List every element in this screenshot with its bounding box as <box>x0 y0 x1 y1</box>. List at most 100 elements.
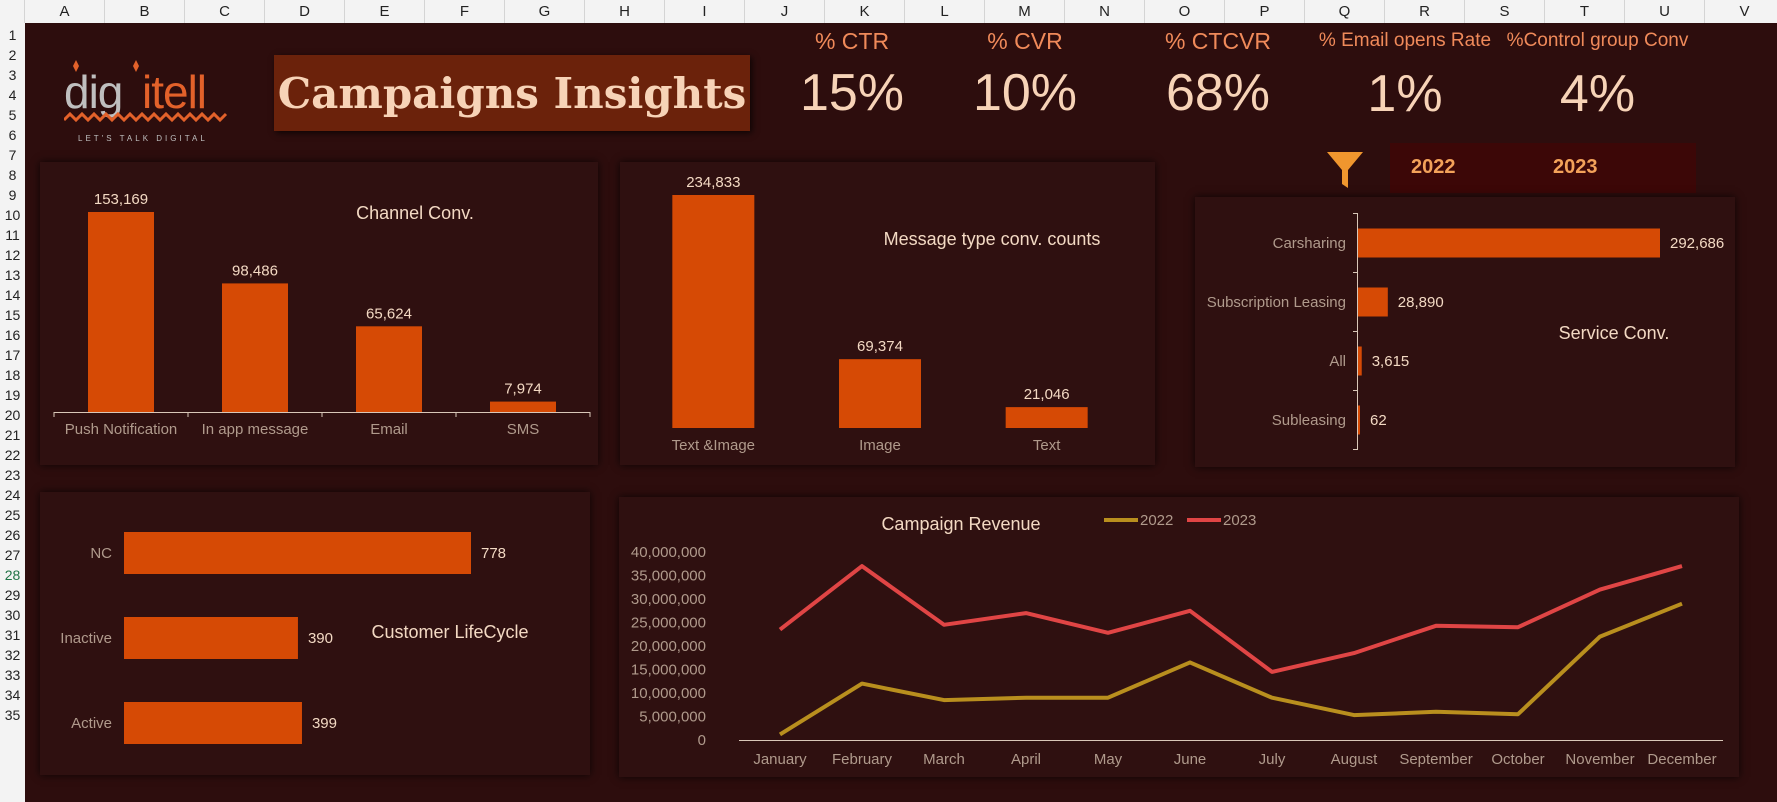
row-header-29[interactable]: 29 <box>0 585 25 605</box>
column-header-f[interactable]: F <box>425 0 505 23</box>
series-line-2023 <box>778 564 1683 674</box>
y-tick-label: 0 <box>698 732 706 749</box>
category-label: Text <box>1033 437 1061 454</box>
year-filter-2023[interactable]: 2023 <box>1553 156 1598 179</box>
category-label: Inactive <box>60 630 112 647</box>
row-header-34[interactable]: 34 <box>0 685 25 705</box>
row-header-13[interactable]: 13 <box>0 265 25 285</box>
column-header-c[interactable]: C <box>185 0 265 23</box>
data-label: 21,046 <box>1024 386 1070 403</box>
category-label: Image <box>859 437 901 454</box>
column-header-q[interactable]: Q <box>1305 0 1385 23</box>
chart-title: Channel Conv. <box>356 203 474 223</box>
kpi-email-open-rate: % Email opens Rate 1% <box>1305 30 1505 124</box>
y-tick-label: 25,000,000 <box>631 615 706 632</box>
select-all-corner[interactable] <box>0 0 25 23</box>
row-header-14[interactable]: 14 <box>0 285 25 305</box>
row-header-25[interactable]: 25 <box>0 505 25 525</box>
column-header-t[interactable]: T <box>1545 0 1625 23</box>
customer-lifecycle-panel: 778 NC 390 Inactive 399 Active Customer LifeCy… <box>40 492 590 775</box>
column-header-r[interactable]: R <box>1385 0 1465 23</box>
row-header-15[interactable]: 15 <box>0 305 25 325</box>
column-header-u[interactable]: U <box>1625 0 1705 23</box>
row-header-17[interactable]: 17 <box>0 345 25 365</box>
row-header-11[interactable]: 11 <box>0 225 25 245</box>
row-header-8[interactable]: 8 <box>0 165 25 185</box>
bar <box>124 702 302 744</box>
row-header-9[interactable]: 9 <box>0 185 25 205</box>
x-tick-label: June <box>1174 751 1207 768</box>
column-header-l[interactable]: L <box>905 0 985 23</box>
y-tick-label: 15,000,000 <box>631 662 706 679</box>
row-header-24[interactable]: 24 <box>0 485 25 505</box>
row-header-20[interactable]: 20 <box>0 405 25 425</box>
bar <box>490 401 556 412</box>
row-header-33[interactable]: 33 <box>0 665 25 685</box>
x-tick-label: November <box>1565 751 1634 768</box>
row-header-21[interactable]: 21 <box>0 425 25 445</box>
year-filter-2022[interactable]: 2022 <box>1411 156 1456 179</box>
data-label: 62 <box>1370 412 1387 429</box>
column-header-e[interactable]: E <box>345 0 425 23</box>
column-header-h[interactable]: H <box>585 0 665 23</box>
y-tick-label: 10,000,000 <box>631 685 706 702</box>
column-header-b[interactable]: B <box>105 0 185 23</box>
data-label: 98,486 <box>232 262 278 279</box>
svg-text:dig: dig <box>64 66 122 118</box>
row-header-7[interactable]: 7 <box>0 145 25 165</box>
bar <box>88 212 154 412</box>
kpi-value: 68% <box>1165 64 1271 122</box>
column-header-m[interactable]: M <box>985 0 1065 23</box>
row-header-35[interactable]: 35 <box>0 705 25 725</box>
category-label: Email <box>370 421 408 438</box>
column-header-d[interactable]: D <box>265 0 345 23</box>
row-header-28[interactable]: 28 <box>0 565 25 585</box>
column-header-g[interactable]: G <box>505 0 585 23</box>
column-header-v[interactable]: V <box>1705 0 1777 23</box>
x-tick-label: September <box>1399 751 1472 768</box>
bar <box>1358 346 1362 376</box>
column-header-o[interactable]: O <box>1145 0 1225 23</box>
kpi-cvr: % CVR 10% <box>955 28 1095 123</box>
category-label: Text &Image <box>672 437 755 454</box>
bar <box>1358 405 1360 435</box>
column-header-k[interactable]: K <box>825 0 905 23</box>
row-header-5[interactable]: 5 <box>0 105 25 125</box>
row-header-2[interactable]: 2 <box>0 45 25 65</box>
row-header-32[interactable]: 32 <box>0 645 25 665</box>
data-label: 234,833 <box>686 174 740 191</box>
row-header-22[interactable]: 22 <box>0 445 25 465</box>
x-tick-label: December <box>1647 751 1716 768</box>
channel-conv-chart: 153,169 Push Notification 98,486 In app mes… <box>53 191 591 438</box>
row-header-26[interactable]: 26 <box>0 525 25 545</box>
category-label: Subscription Leasing <box>1207 294 1346 311</box>
digitell-logo: dig itell LET'S TALK DIGITAL <box>62 40 244 150</box>
category-label: Push Notification <box>65 421 178 438</box>
row-header-30[interactable]: 30 <box>0 605 25 625</box>
row-header-1[interactable]: 1 <box>0 25 25 45</box>
row-header-31[interactable]: 31 <box>0 625 25 645</box>
column-header-n[interactable]: N <box>1065 0 1145 23</box>
row-header-4[interactable]: 4 <box>0 85 25 105</box>
channel-conv-panel: 153,169 Push Notification 98,486 In app mes… <box>40 162 598 465</box>
column-header-i[interactable]: I <box>665 0 745 23</box>
column-header-bar: ABCDEFGHIJKLMNOPQRSTUV <box>0 0 1777 24</box>
y-tick-label: 20,000,000 <box>631 638 706 655</box>
row-header-23[interactable]: 23 <box>0 465 25 485</box>
row-header-12[interactable]: 12 <box>0 245 25 265</box>
bar <box>1005 407 1088 428</box>
row-header-27[interactable]: 27 <box>0 545 25 565</box>
row-header-3[interactable]: 3 <box>0 65 25 85</box>
column-header-a[interactable]: A <box>25 0 105 23</box>
row-header-19[interactable]: 19 <box>0 385 25 405</box>
row-header-10[interactable]: 10 <box>0 205 25 225</box>
data-label: 7,974 <box>504 381 542 398</box>
column-header-p[interactable]: P <box>1225 0 1305 23</box>
column-header-j[interactable]: J <box>745 0 825 23</box>
row-header-16[interactable]: 16 <box>0 325 25 345</box>
row-header-18[interactable]: 18 <box>0 365 25 385</box>
column-header-s[interactable]: S <box>1465 0 1545 23</box>
row-header-6[interactable]: 6 <box>0 125 25 145</box>
x-tick-label: March <box>923 751 965 768</box>
funnel-icon[interactable] <box>1325 150 1365 195</box>
